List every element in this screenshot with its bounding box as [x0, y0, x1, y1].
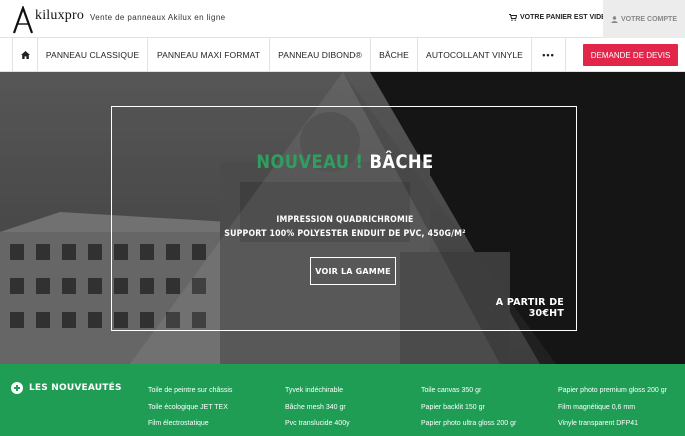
hero-title-main: BÂCHE	[369, 151, 434, 173]
nav-item-panneau-classique[interactable]: PANNEAU CLASSIQUE	[38, 38, 148, 72]
hero-title: NOUVEAU ! BÂCHE	[145, 151, 546, 173]
nav-item-panneau-dibond[interactable]: PANNEAU DIBOND®	[270, 38, 371, 72]
cart-link[interactable]: VOTRE PANIER EST VIDE	[509, 14, 606, 21]
nav-home[interactable]	[12, 38, 38, 72]
new-items-column-4: Papier photo premium gloss 200 gr Film m…	[558, 383, 667, 433]
logo-a-icon	[12, 6, 34, 34]
hero-price: A PARTIR DE 30€HT	[495, 297, 564, 319]
new-item-link[interactable]: Toile canvas 350 gr	[421, 383, 516, 400]
user-icon	[611, 15, 618, 23]
account-button[interactable]: VOTRE COMPTE	[603, 0, 685, 38]
new-item-link[interactable]: Tyvek indéchirable	[285, 383, 350, 400]
hero-subtitle-2: SUPPORT 100% POLYESTER ENDUIT DE PVC, 45…	[224, 229, 466, 239]
quote-request-button[interactable]: DEMANDE DE DEVIS	[583, 44, 678, 66]
account-label: VOTRE COMPTE	[620, 15, 677, 23]
logo[interactable]: kiluxpro	[12, 4, 84, 34]
cart-icon	[509, 14, 517, 21]
new-items-section: LES NOUVEAUTÉS Toile de peintre sur châs…	[0, 364, 685, 436]
new-item-link[interactable]: Film magnétique 0,6 mm	[558, 400, 667, 417]
new-item-link[interactable]: Bâche mesh 340 gr	[285, 400, 350, 417]
new-item-link[interactable]: Papier photo ultra gloss 200 gr	[421, 416, 516, 433]
new-items-heading: LES NOUVEAUTÉS	[11, 382, 122, 394]
hero-title-accent: NOUVEAU !	[256, 151, 364, 173]
nav-item-autocollant-vinyle[interactable]: AUTOCOLLANT VINYLE	[418, 38, 532, 72]
hero-banner: NOUVEAU ! BÂCHE IMPRESSION QUADRICHROMIE…	[0, 72, 685, 364]
hero-frame: NOUVEAU ! BÂCHE IMPRESSION QUADRICHROMIE…	[111, 106, 577, 331]
new-items-column-2: Tyvek indéchirable Bâche mesh 340 gr Pvc…	[285, 383, 350, 433]
see-range-button[interactable]: VOIR LA GAMME	[310, 257, 396, 285]
home-icon	[20, 51, 30, 59]
tagline: Vente de panneaux Akilux en ligne	[90, 13, 226, 22]
nav-more-button[interactable]: •••	[532, 38, 566, 72]
cart-label: VOTRE PANIER EST VIDE	[520, 14, 606, 21]
new-item-link[interactable]: Film électrostatique	[148, 416, 232, 433]
nav-item-bache[interactable]: BÂCHE	[371, 38, 418, 72]
new-item-link[interactable]: Toile de peintre sur châssis	[148, 383, 232, 400]
new-item-link[interactable]: Toile écologique JET TEX	[148, 400, 232, 417]
new-items-title: LES NOUVEAUTÉS	[29, 383, 122, 393]
top-bar: kiluxpro Vente de panneaux Akilux en lig…	[0, 0, 685, 38]
new-item-link[interactable]: Pvc translucide 400y	[285, 416, 350, 433]
logo-text: kiluxpro	[35, 8, 85, 23]
new-items-column-3: Toile canvas 350 gr Papier backlit 150 g…	[421, 383, 516, 433]
new-item-link[interactable]: Papier photo premium gloss 200 gr	[558, 383, 667, 400]
nav-item-panneau-maxi-format[interactable]: PANNEAU MAXI FORMAT	[148, 38, 270, 72]
new-items-column-1: Toile de peintre sur châssis Toile écolo…	[148, 383, 232, 433]
new-item-link[interactable]: Papier backlit 150 gr	[421, 400, 516, 417]
hero-subtitle-1: IMPRESSION QUADRICHROMIE	[276, 215, 414, 225]
new-item-link[interactable]: Vinyle transparent DFP41	[558, 416, 667, 433]
plus-circle-icon	[11, 382, 23, 394]
